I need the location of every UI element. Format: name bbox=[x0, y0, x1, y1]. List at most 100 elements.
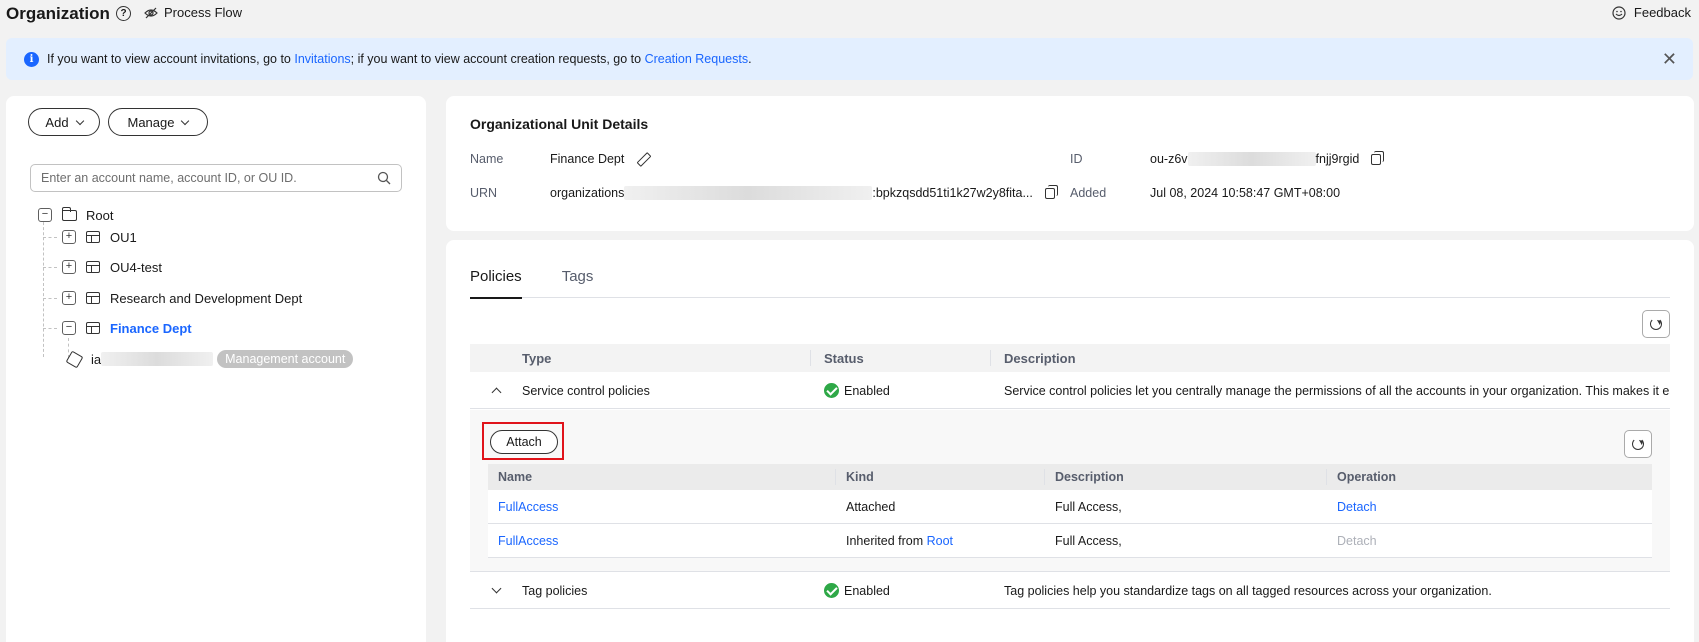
feedback-label: Feedback bbox=[1633, 5, 1691, 20]
policy-grid-header: Type Status Description bbox=[470, 344, 1670, 372]
redacted-id bbox=[1187, 152, 1316, 166]
table-row: FullAccess Attached Full Access, Detach bbox=[488, 490, 1652, 524]
added-value: Jul 08, 2024 10:58:47 GMT+08:00 bbox=[1150, 186, 1341, 200]
scp-expanded-panel: Attach Name Kind Description Operation F… bbox=[470, 410, 1670, 572]
attach-highlight-box: Attach bbox=[482, 422, 564, 460]
tree-guide-line bbox=[43, 298, 57, 299]
column-divider bbox=[835, 469, 836, 485]
process-flow-link[interactable]: Process Flow bbox=[144, 5, 242, 20]
policy-kind: Inherited from Root bbox=[846, 534, 953, 548]
policy-row-scp[interactable]: Service control policies Enabled Service… bbox=[470, 373, 1670, 409]
id-prefix: ou-z6v bbox=[1150, 152, 1188, 166]
id-value: ou-z6v fnjj9rgid bbox=[1150, 150, 1385, 166]
attach-button[interactable]: Attach bbox=[490, 430, 558, 454]
check-circle-icon bbox=[824, 383, 839, 398]
tab-policies[interactable]: Policies bbox=[470, 266, 522, 299]
urn-suffix: :bpkzqsdd51ti1k27w2y8fita... bbox=[872, 186, 1033, 200]
root-link[interactable]: Root bbox=[927, 534, 953, 548]
status-text: Enabled bbox=[844, 583, 890, 598]
policy-name-link[interactable]: FullAccess bbox=[498, 534, 558, 548]
policy-description: Service control policies let you central… bbox=[1004, 384, 1670, 398]
tree-node-research-dept[interactable]: + Research and Development Dept bbox=[62, 287, 302, 309]
tree-node-label: OU1 bbox=[110, 229, 137, 245]
tab-tags[interactable]: Tags bbox=[562, 266, 594, 298]
add-button[interactable]: Add bbox=[28, 108, 100, 136]
tree-guide-line bbox=[43, 237, 57, 238]
refresh-button[interactable] bbox=[1624, 430, 1652, 458]
column-header-name: Name bbox=[498, 470, 533, 484]
search-icon[interactable] bbox=[377, 171, 391, 185]
details-title: Organizational Unit Details bbox=[470, 116, 649, 132]
add-button-label: Add bbox=[45, 114, 69, 130]
policy-description: Full Access, bbox=[1055, 534, 1122, 548]
policies-panel: Policies Tags Type Status Description Se… bbox=[446, 240, 1694, 642]
tree-guide-line bbox=[43, 217, 44, 357]
close-icon[interactable]: ✕ bbox=[1662, 49, 1677, 70]
tree-node-label: Finance Dept bbox=[110, 320, 192, 336]
policy-type: Service control policies bbox=[522, 384, 650, 398]
column-divider bbox=[1326, 469, 1327, 485]
policy-name-link[interactable]: FullAccess bbox=[498, 500, 558, 514]
tree-guide-line bbox=[43, 328, 57, 329]
chevron-down-icon[interactable] bbox=[491, 583, 502, 594]
urn-value: organizations :bpkzqsdd51ti1k27w2y8fita.… bbox=[550, 184, 1058, 200]
detach-link-disabled: Detach bbox=[1337, 534, 1377, 548]
refresh-button[interactable] bbox=[1642, 310, 1670, 338]
ou-name: Finance Dept bbox=[550, 152, 625, 166]
copy-icon[interactable] bbox=[1044, 184, 1058, 199]
copy-icon[interactable] bbox=[1371, 150, 1385, 165]
status-badge: Enabled bbox=[824, 583, 890, 598]
invitations-link[interactable]: Invitations bbox=[294, 52, 350, 66]
process-flow-label: Process Flow bbox=[164, 5, 243, 20]
column-header-status: Status bbox=[824, 351, 864, 366]
policy-row-tag[interactable]: Tag policies Enabled Tag policies help y… bbox=[470, 573, 1670, 609]
status-badge: Enabled bbox=[824, 383, 890, 398]
name-label: Name bbox=[470, 152, 504, 166]
id-label: ID bbox=[1070, 152, 1083, 166]
search-input[interactable] bbox=[41, 171, 377, 185]
info-banner: i If you want to view account invitation… bbox=[6, 38, 1693, 80]
collapse-icon[interactable]: − bbox=[62, 321, 76, 335]
eye-off-icon bbox=[144, 7, 158, 18]
chevron-up-icon[interactable] bbox=[491, 387, 502, 398]
tree-node-label: Root bbox=[86, 207, 114, 223]
policy-type: Tag policies bbox=[522, 584, 588, 598]
edit-icon[interactable] bbox=[636, 153, 649, 166]
refresh-icon bbox=[1650, 318, 1662, 330]
column-header-kind: Kind bbox=[846, 470, 874, 484]
tree-node-account[interactable]: ia Management account bbox=[65, 348, 354, 370]
banner-text-3: . bbox=[748, 52, 752, 66]
tree-node-label: OU4-test bbox=[110, 259, 163, 275]
expand-icon[interactable]: + bbox=[62, 260, 76, 274]
tree-node-finance-dept[interactable]: − Finance Dept bbox=[62, 317, 192, 339]
attached-policies-table: Name Kind Description Operation FullAcce… bbox=[488, 464, 1652, 558]
column-header-description: Description bbox=[1004, 351, 1076, 366]
redacted-urn bbox=[624, 186, 873, 200]
tree-node-root[interactable]: − Root bbox=[38, 204, 113, 226]
collapse-icon[interactable]: − bbox=[38, 208, 52, 222]
column-header-description: Description bbox=[1055, 470, 1124, 484]
creation-requests-link[interactable]: Creation Requests bbox=[645, 52, 749, 66]
tree-node-ou1[interactable]: + OU1 bbox=[62, 226, 137, 248]
info-icon: i bbox=[24, 51, 39, 67]
tree-node-label: Research and Development Dept bbox=[110, 290, 303, 306]
manage-button[interactable]: Manage bbox=[108, 108, 208, 136]
expand-icon[interactable]: + bbox=[62, 230, 76, 244]
urn-prefix: organizations bbox=[550, 186, 625, 200]
name-value: Finance Dept bbox=[550, 152, 649, 166]
tree-node-ou4-test[interactable]: + OU4-test bbox=[62, 256, 162, 278]
banner-text-1: If you want to view account invitations,… bbox=[47, 52, 295, 66]
folder-icon bbox=[62, 206, 77, 221]
ou-icon bbox=[86, 261, 100, 273]
refresh-icon bbox=[1632, 438, 1644, 450]
table-row: FullAccess Inherited from Root Full Acce… bbox=[488, 524, 1652, 558]
detach-link[interactable]: Detach bbox=[1337, 500, 1377, 514]
help-icon[interactable]: ? bbox=[116, 6, 131, 21]
account-name-prefix: ia bbox=[91, 351, 102, 367]
urn-label: URN bbox=[470, 186, 498, 200]
feedback-button[interactable]: Feedback bbox=[1612, 5, 1691, 20]
expand-icon[interactable]: + bbox=[62, 291, 76, 305]
column-divider bbox=[810, 350, 811, 366]
manage-button-label: Manage bbox=[127, 114, 175, 130]
ou-tree-panel: Add Manage − Root + OU1 + OU4-test + Res… bbox=[6, 96, 426, 642]
